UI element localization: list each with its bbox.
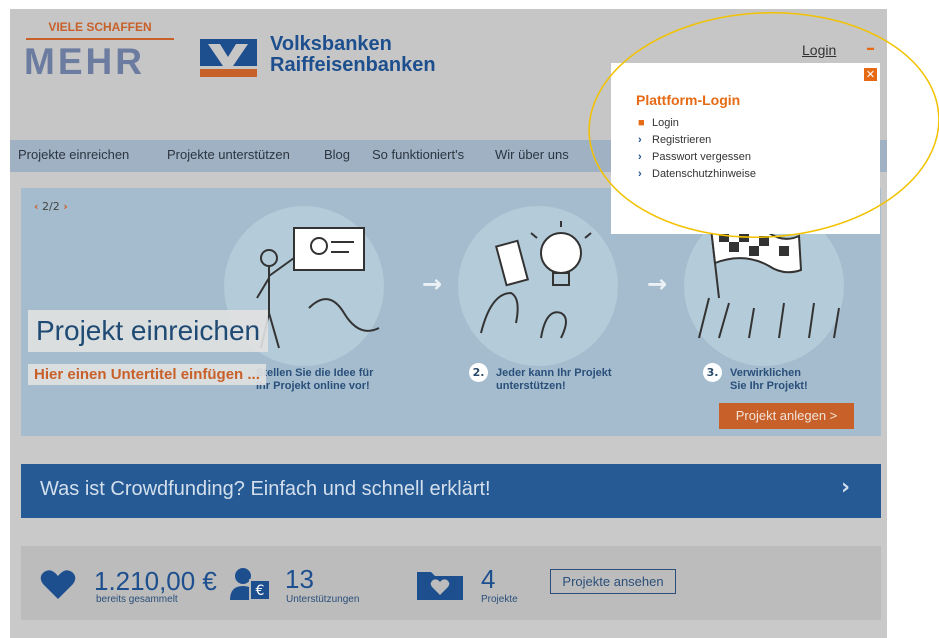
hero-subtitle: Hier einen Untertitel einfügen ...	[28, 364, 266, 385]
brand-divider	[26, 38, 174, 40]
nav-item-projekte-unterstuetzen[interactable]: Projekte unterstützen	[167, 147, 290, 162]
presenter-sketch-icon	[256, 227, 380, 349]
popup-item-login[interactable]: ■ Login	[638, 117, 679, 133]
step1-text: Stellen Sie die Idee für Ihr Projekt onl…	[256, 367, 373, 393]
vr-logo-icon[interactable]	[200, 39, 257, 77]
crowdfunding-banner[interactable]: Was ist Crowdfunding? Einfach und schnel…	[21, 464, 881, 518]
banner-text: Was ist Crowdfunding? Einfach und schnel…	[40, 478, 491, 500]
popup-item-registrieren[interactable]: › Registrieren	[638, 134, 711, 150]
nav-item-blog[interactable]: Blog	[324, 147, 350, 162]
step3-text: Verwirklichen Sie Ihr Projekt!	[730, 367, 808, 393]
brand-tagline: VIELE SCHAFFEN	[48, 20, 152, 34]
step2-line2: unterstützen!	[496, 380, 566, 392]
bank-name-line2: Raiffeisenbanken	[270, 54, 436, 76]
svg-text:€: €	[256, 583, 265, 599]
popup-title: Plattform-Login	[636, 92, 741, 108]
nav-item-wir-ueber-uns[interactable]: Wir über uns	[495, 147, 569, 162]
projekte-ansehen-button[interactable]: Projekte ansehen	[550, 569, 676, 594]
step1-line1: Stellen Sie die Idee für	[256, 367, 374, 379]
amount-label: bereits gesammelt	[96, 594, 178, 605]
slider-pager[interactable]: ‹ 2/2 ›	[34, 200, 68, 213]
step1-line2: Ihr Projekt online vor!	[256, 380, 370, 392]
bank-name[interactable]: Volksbanken Raiffeisenbanken	[270, 34, 436, 76]
stats-bar: 1.210,00 € bereits gesammelt € 13 Unters…	[21, 546, 881, 620]
chevron-right-icon: ›	[638, 134, 642, 146]
folder-heart-icon	[417, 572, 463, 600]
step2-line1: Jeder kann Ihr Projekt	[496, 367, 612, 379]
nav-item-so-funktionierts[interactable]: So funktioniert's	[372, 147, 464, 162]
login-popup: ✕ Plattform-Login ■ Login › Registrieren ›…	[611, 63, 880, 234]
projects-value: 4	[481, 564, 496, 594]
amount-value: 1.210,00 €	[94, 566, 217, 596]
heart-icon	[40, 570, 76, 599]
arrow-right-icon: →	[422, 270, 443, 298]
step2-text: Jeder kann Ihr Projekt unterstützen!	[496, 367, 612, 393]
arrow-right-icon: →	[647, 270, 668, 298]
finish-flag-sketch-icon	[698, 223, 840, 339]
popup-item-label: Datenschutzhinweise	[652, 168, 756, 180]
login-link[interactable]: Login	[802, 42, 836, 58]
pager-next-icon[interactable]: ›	[63, 200, 68, 213]
hero-title: Projekt einreichen	[28, 310, 269, 352]
projects-label: Projekte	[481, 594, 518, 605]
chevron-right-icon: ›	[638, 168, 642, 180]
idea-bulb-sketch-icon	[480, 221, 592, 339]
popup-item-datenschutz[interactable]: › Datenschutzhinweise	[638, 168, 756, 184]
bank-name-line1: Volksbanken	[270, 33, 392, 55]
step3-line1: Verwirklichen	[730, 367, 801, 379]
lock-icon: ■	[638, 117, 645, 129]
popup-item-label: Registrieren	[652, 134, 712, 146]
projekt-anlegen-button[interactable]: Projekt anlegen >	[719, 403, 854, 429]
pager-prev-icon[interactable]: ‹	[34, 200, 39, 213]
supporter-euro-icon: €	[230, 568, 271, 601]
pager-count: 2/2	[42, 200, 60, 213]
step3-number: 3.	[703, 363, 722, 382]
brand-wordmark: MEHR	[24, 41, 145, 82]
popup-item-passwort[interactable]: › Passwort vergessen	[638, 151, 751, 167]
supporters-value: 13	[285, 564, 314, 594]
popup-item-label: Passwort vergessen	[652, 151, 752, 163]
chevron-right-icon: ›	[638, 151, 642, 163]
step3-line2: Sie Ihr Projekt!	[730, 380, 808, 392]
close-icon[interactable]: ✕	[864, 68, 877, 81]
nav-item-projekte-einreichen[interactable]: Projekte einreichen	[18, 147, 129, 162]
collapse-icon[interactable]: –	[866, 40, 875, 58]
supporters-label: Unterstützungen	[286, 594, 360, 605]
chevron-right-icon[interactable]: ›	[841, 475, 850, 500]
step2-number: 2.	[469, 363, 488, 382]
popup-item-label: Login	[652, 117, 679, 129]
